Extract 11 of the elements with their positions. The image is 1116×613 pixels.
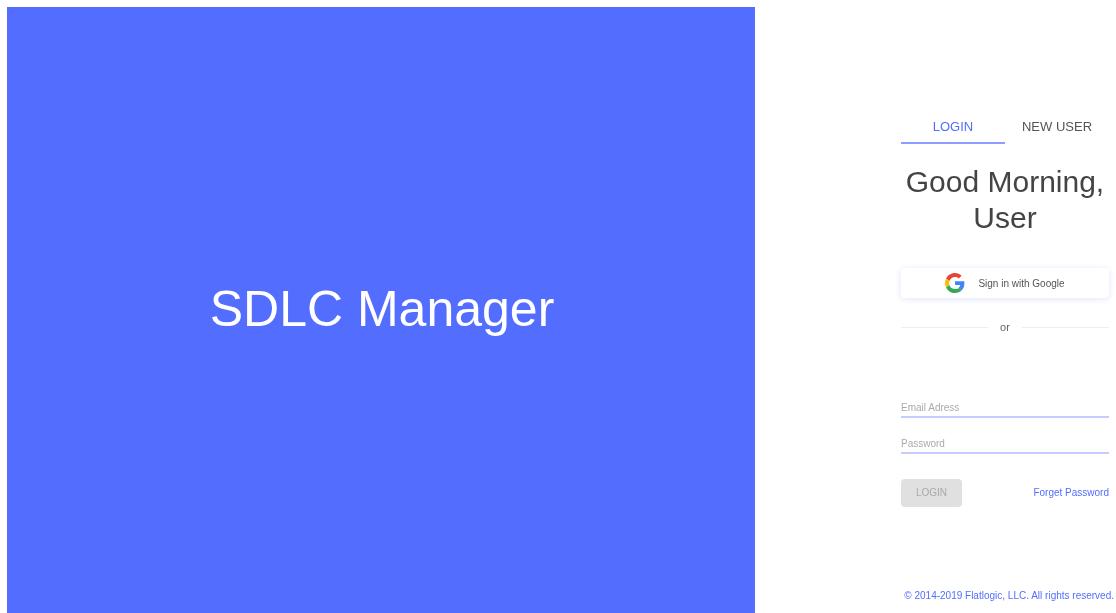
input-field[interactable]: Email Adress: [901, 399, 1109, 418]
forgot-password-link[interactable]: Forget Password: [1033, 485, 1109, 500]
google-signin-button[interactable]: Sign in with Google: [901, 268, 1109, 298]
google-icon: [945, 273, 966, 293]
greeting-heading: Good Morning, User: [904, 164, 1106, 236]
input-field[interactable]: Password: [901, 435, 1109, 454]
tab[interactable]: NEW USER: [1005, 112, 1109, 144]
footer-text: © 2014-2019 Flatlogic, LLC. All rights reserved.: [904, 589, 1114, 603]
tab[interactable]: LOGIN: [901, 112, 1005, 144]
divider-text: or: [1000, 320, 1010, 335]
brand-title: SDLC Manager: [208, 284, 555, 336]
